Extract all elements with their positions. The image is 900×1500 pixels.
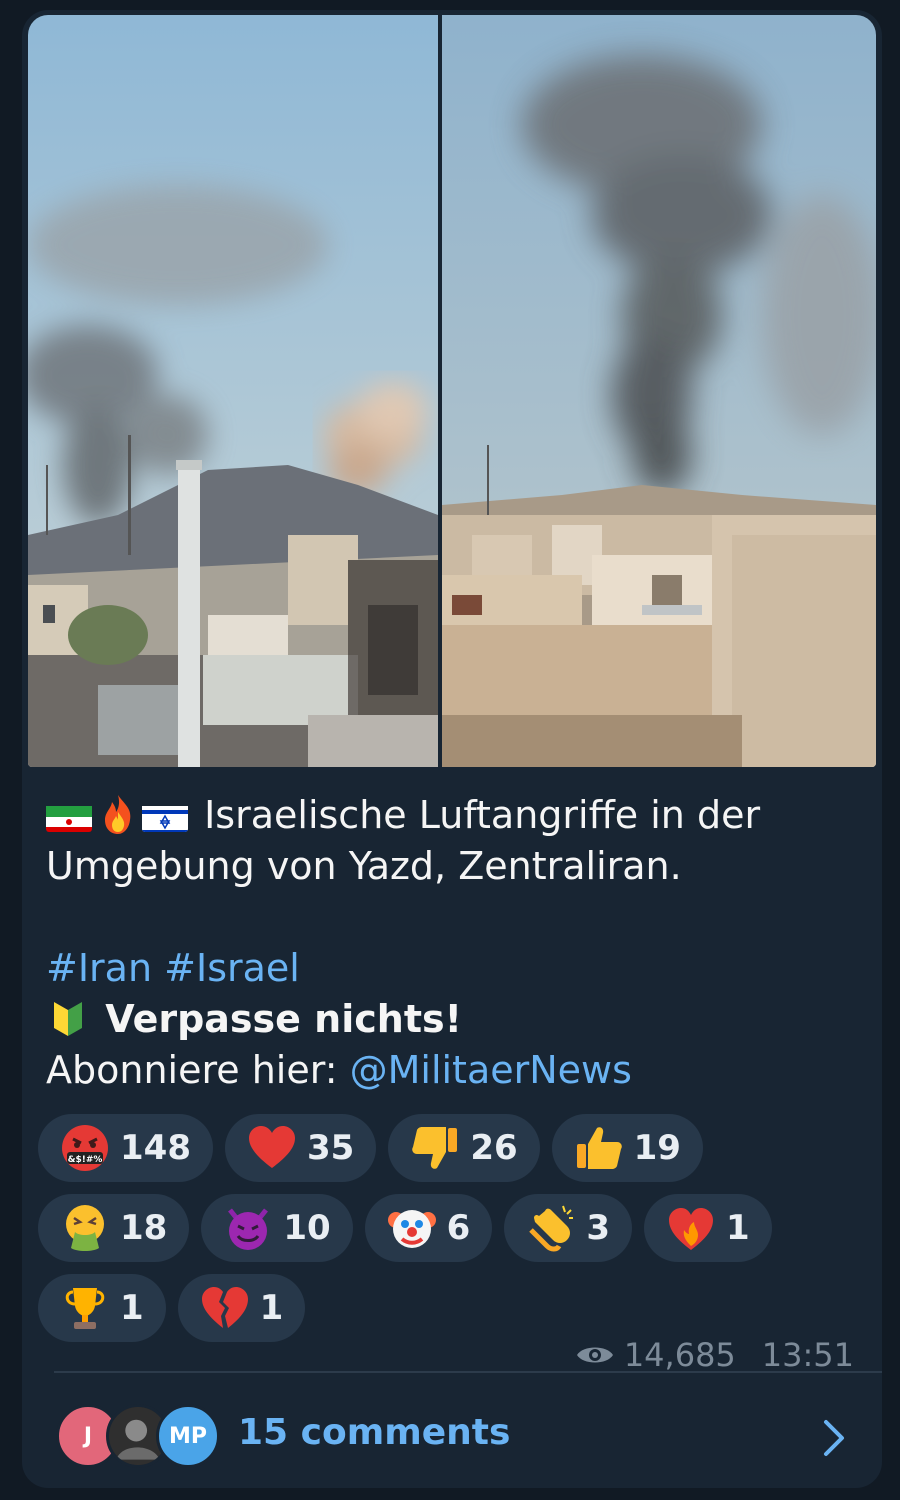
smoke-photo-right[interactable] <box>442 15 876 767</box>
red-heart-icon <box>245 1121 299 1175</box>
beginner-badge-icon <box>46 996 90 1040</box>
commenter-avatars: J MP <box>56 1404 226 1470</box>
cursing-face-icon: &$!#% <box>58 1121 112 1175</box>
thumbs-up-icon <box>572 1121 626 1175</box>
post-meta: 14,685 13:51 <box>576 1336 854 1374</box>
reaction-smiling-devil[interactable]: 10 <box>201 1194 353 1262</box>
avatar: MP <box>156 1404 220 1468</box>
caption-line-1: Israelische Luftangriffe in der <box>46 790 856 841</box>
clapping-hands-icon <box>524 1201 578 1255</box>
reaction-red-heart[interactable]: 35 <box>224 1114 377 1182</box>
flag-israel-icon <box>142 800 188 832</box>
media-album[interactable] <box>28 15 876 767</box>
view-count: 14,685 <box>623 1336 736 1374</box>
caption-line-2: Umgebung von Yazd, Zentraliran. <box>46 844 682 888</box>
smoke-photo-left[interactable] <box>28 15 438 767</box>
reaction-thumbs-down[interactable]: 26 <box>388 1114 540 1182</box>
post-time: 13:51 <box>761 1336 854 1374</box>
reaction-broken-heart[interactable]: 1 <box>177 1274 306 1342</box>
cta-line: Verpasse nichts! <box>46 994 856 1045</box>
reaction-thumbs-up[interactable]: 19 <box>551 1114 703 1182</box>
subscribe-line: Abonniere hier: @MilitaerNews <box>46 1048 632 1092</box>
heart-on-fire-icon <box>664 1201 718 1255</box>
hashtag-iran[interactable]: #Iran <box>46 946 152 990</box>
hashtag-israel[interactable]: #Israel <box>164 946 300 990</box>
channel-mention-link[interactable]: @MilitaerNews <box>350 1048 632 1092</box>
thumbs-down-icon <box>408 1121 462 1175</box>
svg-text:&$!#%: &$!#% <box>68 1155 103 1165</box>
broken-heart-icon <box>198 1281 252 1335</box>
clown-face-icon <box>385 1201 439 1255</box>
trophy-icon <box>58 1281 112 1335</box>
fire-icon <box>96 792 140 836</box>
eye-icon <box>576 1347 613 1363</box>
post-caption: Israelische Luftangriffe in der Umgebung… <box>46 790 856 1096</box>
flag-iran-icon <box>46 800 92 832</box>
chevron-right-icon[interactable] <box>820 1418 848 1458</box>
reaction-clapping-hands[interactable]: 3 <box>504 1194 632 1262</box>
smiling-devil-icon <box>221 1201 275 1255</box>
vomiting-face-icon <box>58 1201 112 1255</box>
reaction-vomiting-face[interactable]: 18 <box>38 1194 190 1262</box>
reaction-cursing-face[interactable]: &$!#% 148 <box>38 1114 213 1182</box>
comments-divider <box>54 1371 882 1373</box>
reaction-heart-on-fire[interactable]: 1 <box>644 1194 772 1262</box>
comments-link[interactable]: 15 comments <box>238 1412 510 1453</box>
channel-post-bubble[interactable]: Israelische Luftangriffe in der Umgebung… <box>22 10 882 1488</box>
comments-bar[interactable]: J MP 15 comments <box>22 1374 882 1488</box>
hashtags: #Iran #Israel <box>46 943 856 994</box>
reaction-trophy[interactable]: 1 <box>38 1274 166 1342</box>
reaction-clown-face[interactable]: 6 <box>364 1194 493 1262</box>
